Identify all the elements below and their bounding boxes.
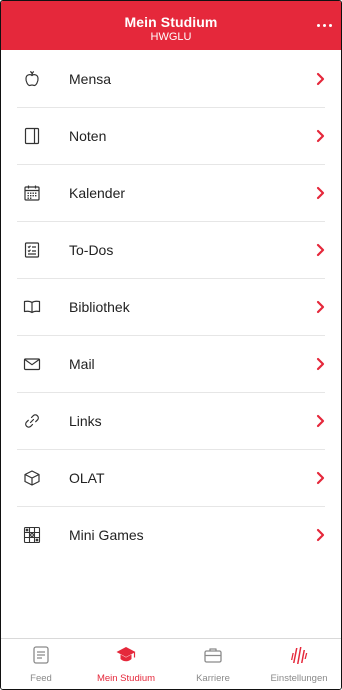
settings-logo-icon	[288, 644, 310, 666]
chevron-right-icon	[315, 356, 327, 372]
link-icon	[22, 411, 42, 431]
tab-karriere[interactable]: Karriere	[171, 639, 255, 689]
envelope-icon	[22, 354, 42, 374]
book-icon	[22, 297, 42, 317]
games-icon	[22, 525, 42, 545]
chevron-right-icon	[315, 470, 327, 486]
apple-icon	[22, 69, 42, 89]
more-dots-icon[interactable]	[317, 20, 333, 30]
tab-feed[interactable]: Feed	[1, 639, 81, 689]
menu-item-olat[interactable]: OLAT	[1, 450, 341, 507]
menu-item-label: Bibliothek	[69, 299, 130, 315]
menu-item-label: Noten	[69, 128, 107, 144]
app-header: Mein Studium HWGLU	[1, 1, 341, 50]
tab-einstellungen[interactable]: Einstellungen	[255, 639, 341, 689]
page-title: Mein Studium	[124, 14, 218, 30]
menu-list: Mensa Noten Kalender To-Dos Bibliothek M…	[1, 51, 341, 564]
tab-label: Einstellungen	[270, 673, 328, 684]
menu-item-label: Links	[69, 413, 102, 429]
menu-item-label: Kalender	[69, 185, 126, 201]
checklist-icon	[22, 240, 42, 260]
tab-mein-studium[interactable]: Mein Studium	[81, 639, 171, 689]
chevron-right-icon	[315, 242, 327, 258]
menu-item-todos[interactable]: To-Dos	[1, 222, 341, 279]
menu-item-label: Mail	[69, 356, 95, 372]
chevron-right-icon	[315, 71, 327, 87]
chevron-right-icon	[315, 185, 327, 201]
briefcase-icon	[202, 644, 224, 666]
menu-item-kalender[interactable]: Kalender	[1, 165, 341, 222]
chevron-right-icon	[315, 527, 327, 543]
menu-item-label: Mini Games	[69, 527, 144, 543]
chevron-right-icon	[315, 128, 327, 144]
page-subtitle: HWGLU	[150, 31, 192, 43]
graduation-cap-icon	[115, 644, 137, 666]
menu-item-noten[interactable]: Noten	[1, 108, 341, 165]
menu-item-label: Mensa	[69, 71, 112, 87]
menu-item-label: To-Dos	[69, 242, 114, 258]
calendar-icon	[22, 183, 42, 203]
chevron-right-icon	[315, 299, 327, 315]
menu-item-mail[interactable]: Mail	[1, 336, 341, 393]
notebook-icon	[22, 126, 42, 146]
menu-item-links[interactable]: Links	[1, 393, 341, 450]
feed-icon	[30, 644, 52, 666]
menu-item-mensa[interactable]: Mensa	[1, 51, 341, 108]
menu-item-label: OLAT	[69, 470, 105, 486]
bottom-tab-bar: Feed Mein Studium Karriere Einstellungen	[1, 638, 341, 689]
app-frame: Mein Studium HWGLU Mensa Noten Kalender …	[0, 0, 342, 690]
tab-label: Karriere	[196, 673, 230, 684]
chevron-right-icon	[315, 413, 327, 429]
menu-item-bibliothek[interactable]: Bibliothek	[1, 279, 341, 336]
menu-item-mini-games[interactable]: Mini Games	[1, 507, 341, 564]
tab-label: Mein Studium	[96, 673, 156, 684]
tab-label: Feed	[30, 673, 52, 684]
cube-icon	[22, 468, 42, 488]
